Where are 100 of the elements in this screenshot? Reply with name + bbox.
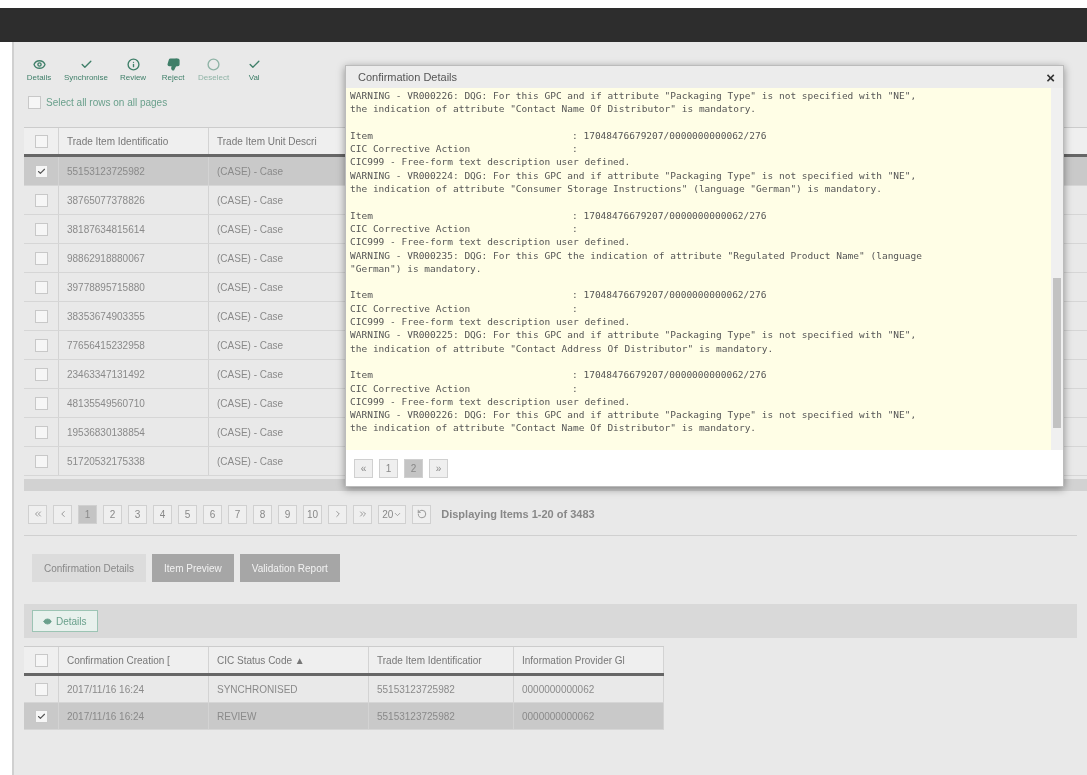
message-line: WARNING - VR000224: DQG: For this GPC and if attribute "Packaging Type" is not specified with "NE", [350,168,918,183]
thumbs-down-icon [166,58,180,71]
check-icon [36,166,46,176]
page-button[interactable]: 1 [78,504,97,524]
toolbar-button[interactable]: Synchronise [64,58,109,82]
column-header[interactable]: Information Provider Gl [514,647,664,673]
tab[interactable]: Validation Report [239,554,340,582]
checkbox[interactable] [34,454,48,468]
table-cell: 77656415232958 [59,331,209,359]
message-line: "German") is mandatory. [350,261,483,276]
toolbar-button[interactable]: Details [24,58,54,82]
toolbar-button[interactable]: Val [239,58,270,82]
checkbox[interactable] [28,96,41,109]
field-value: : [572,142,578,156]
checkbox[interactable] [34,251,48,265]
toolbar-button[interactable]: Reject [158,58,189,82]
column-header[interactable]: CIC Status Code ▲ [209,647,369,673]
page-button[interactable]: 6 [203,504,222,524]
column-header[interactable]: Trade Item Identificatio [59,128,209,154]
checkbox[interactable] [34,280,48,294]
checkbox[interactable] [34,682,48,696]
info-icon [126,58,140,71]
field-label: Item [350,128,374,143]
message-line: CIC999 - Free-form text description user defined. [350,155,632,169]
table-row[interactable]: 2017/11/16 16:24 REVIEW 55153123725982 0000000000062 [24,703,664,730]
table-cell: 55153123725982 [369,676,514,702]
field-label: CIC Corrective Action [350,301,472,316]
tab[interactable]: Confirmation Details [32,554,147,582]
check-icon [247,58,261,71]
table-cell: 98862918880067 [59,244,209,272]
checkbox[interactable] [34,309,48,323]
page-button[interactable]: 3 [128,504,147,524]
field-label: CIC Corrective Action [350,381,472,395]
field-value: : [572,381,578,395]
page-button[interactable]: 10 [303,504,323,524]
refresh-icon [416,509,427,519]
field-label: CIC Corrective Action [350,221,472,236]
checkbox[interactable] [34,396,48,410]
field-value: : 17048476679207/0000000000062/276 [572,208,767,222]
tab[interactable]: Item Preview [152,554,234,582]
table-cell: REVIEW [209,703,369,729]
table-cell: 38765077378826 [59,186,209,214]
refresh-button[interactable] [412,504,432,524]
page-button[interactable]: 1 [379,458,398,478]
column-header[interactable]: Trade Item Identificatior [369,647,514,673]
field-value: : [572,301,578,316]
table-cell: 0000000000062 [514,703,664,729]
page-button[interactable]: 5 [178,504,197,524]
checkbox[interactable] [34,425,48,439]
next-page-button[interactable] [328,504,348,524]
table-cell: 2017/11/16 16:24 [59,703,209,729]
page-button[interactable]: 8 [253,504,272,524]
double-chevron-right-icon [357,509,368,519]
message-line: WARNING - VR000226: DQG: For this GPC and if attribute "Packaging Type" is not specified with "NE", [350,89,918,103]
table-cell: 48135549560710 [59,389,209,417]
details-button[interactable]: Details [32,610,98,632]
message-line: CIC999 - Free-form text description user defined. [350,315,632,329]
eye-icon [32,58,46,71]
field-value: : 17048476679207/0000000000062/276 [572,288,767,302]
message-line: CIC999 - Free-form text description user defined. [350,394,632,409]
table-cell: SYNCHRONISED [209,676,369,702]
page-button[interactable]: 4 [153,504,172,524]
table-cell: 38353674903355 [59,302,209,330]
column-header[interactable]: Confirmation Creation [ [59,647,209,673]
message-line: the indication of attribute "Contact Name Of Distributor" is mandatory. [350,102,758,116]
checkbox[interactable] [34,222,48,236]
previous-page-button[interactable]: « [354,458,373,478]
table-cell: 2017/11/16 16:24 [59,676,209,702]
checkbox[interactable] [34,367,48,381]
page-button[interactable]: 2 [103,504,122,524]
table-row[interactable]: 2017/11/16 16:24 SYNCHRONISED 55153123725982 0000000000062 [24,676,664,703]
scrollbar[interactable] [1051,88,1063,450]
checkbox[interactable] [34,193,48,207]
table-cell: 0000000000062 [514,676,664,702]
message-line: the indication of attribute "Contact Address Of Distributor" is mandatory. [350,341,775,355]
first-page-button[interactable] [28,504,47,524]
table-cell: 23463347131492 [59,360,209,388]
field-value: : 17048476679207/0000000000062/276 [572,128,767,143]
table-cell: 55153123725982 [369,703,514,729]
page-size-select[interactable]: 20 [378,504,407,524]
check-icon [79,58,93,71]
page-button[interactable]: 9 [278,504,297,524]
previous-page-button[interactable] [53,504,72,524]
table-cell: 39778895715880 [59,273,209,301]
pagination-status: Displaying Items 1-20 of 3483 [441,508,595,520]
message-line: WARNING - VR000226: DQG: For this GPC and if attribute "Packaging Type" is not specified with "NE", [350,408,918,422]
checkbox[interactable] [34,709,48,723]
select-all-label: Select all rows on all pages [46,97,168,108]
next-page-button[interactable]: » [429,458,448,478]
checkbox[interactable] [34,338,48,352]
double-chevron-left-icon [32,509,43,519]
close-button[interactable]: × [1046,68,1055,86]
field-label: CIC Corrective Action [350,142,472,156]
toolbar-button[interactable]: Review [118,58,149,82]
checkbox[interactable] [34,134,48,148]
checkbox[interactable] [34,653,48,667]
checkbox[interactable] [34,164,48,178]
last-page-button[interactable] [353,504,373,524]
page-button[interactable]: 7 [228,504,247,524]
message-line: WARNING - VR000235: DQG: For this GPC the indication of attribute "Regulated Product Name" (language [350,248,923,262]
